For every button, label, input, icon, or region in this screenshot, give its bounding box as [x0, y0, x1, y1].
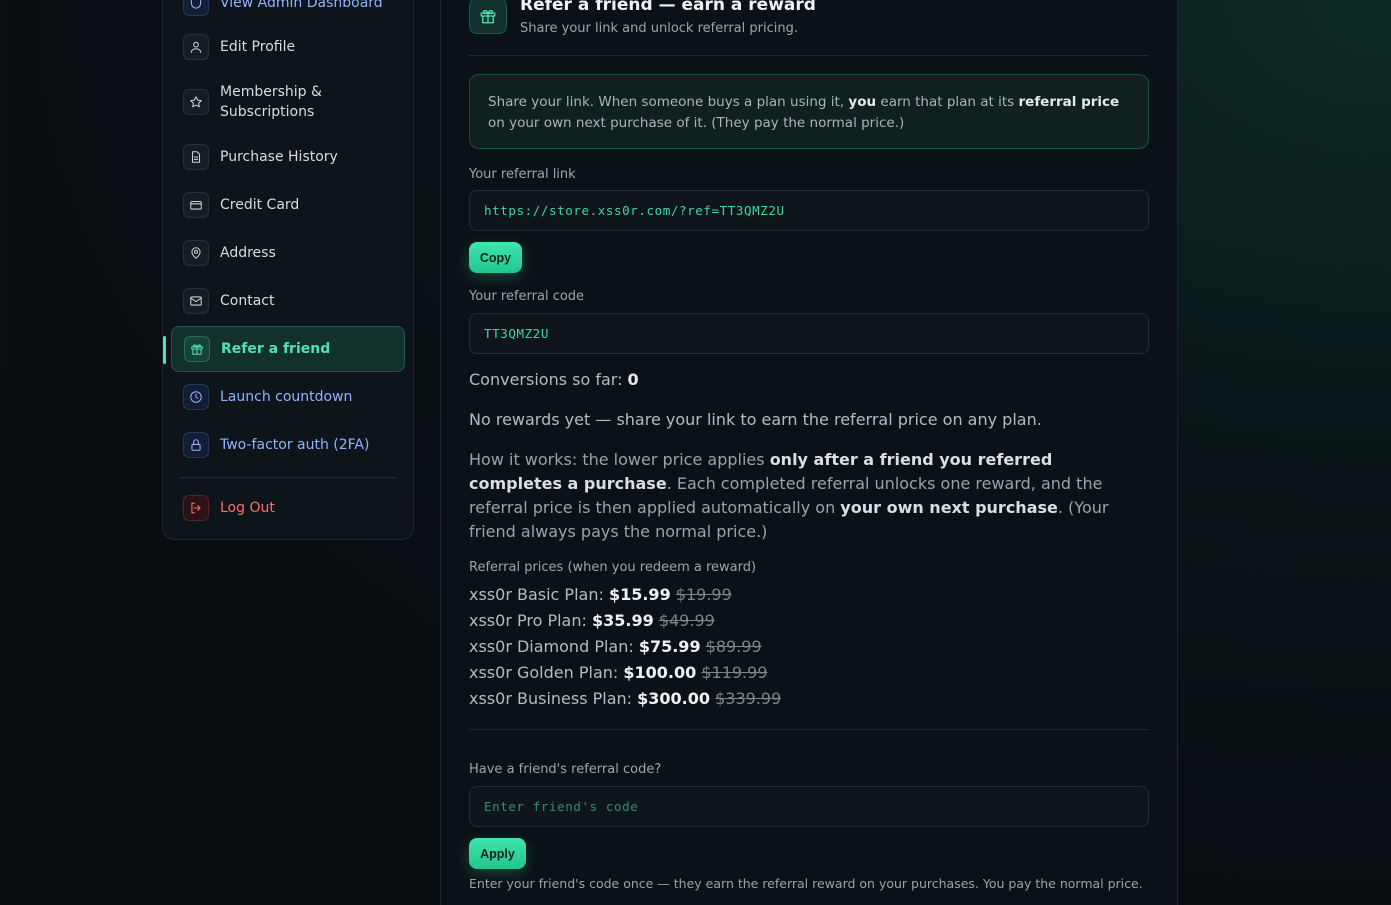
sidebar-item-contact[interactable]: Contact: [171, 278, 405, 324]
price-row-diamond: xss0r Diamond Plan: $75.99 $89.99: [469, 637, 762, 656]
sidebar: View Admin Dashboard Edit Profile Member…: [162, 0, 414, 540]
info-box: Share your link. When someone buys a pla…: [469, 74, 1149, 149]
friend-code-input[interactable]: [484, 799, 1148, 814]
price-row-basic: xss0r Basic Plan: $15.99 $19.99: [469, 585, 732, 604]
sidebar-item-label: Contact: [220, 293, 275, 309]
map-pin-icon: [183, 240, 209, 266]
referral-code-label: Your referral code: [469, 289, 585, 304]
gift-icon: [469, 0, 507, 34]
sidebar-item-label: Launch countdown: [220, 389, 353, 405]
sidebar-item-label: Address: [220, 245, 276, 261]
clock-icon: [183, 384, 209, 410]
credit-card-icon: [183, 192, 209, 218]
referral-code-field[interactable]: TT3QMZ2U: [469, 313, 1149, 354]
sidebar-item-credit-card[interactable]: Credit Card: [171, 182, 405, 228]
referral-code-value[interactable]: TT3QMZ2U: [484, 326, 549, 341]
price-row-golden: xss0r Golden Plan: $100.00 $119.99: [469, 663, 768, 682]
sidebar-item-membership[interactable]: Membership & Subscriptions: [171, 72, 405, 132]
divider: [469, 729, 1149, 730]
lock-icon: [183, 432, 209, 458]
referral-link-value[interactable]: https://store.xss0r.com/?ref=TT3QMZ2U: [484, 203, 785, 218]
referral-link-field[interactable]: https://store.xss0r.com/?ref=TT3QMZ2U: [469, 190, 1149, 231]
logout-icon: [183, 495, 209, 521]
sidebar-item-label: Membership & Subscriptions: [220, 84, 322, 120]
sidebar-item-address[interactable]: Address: [171, 230, 405, 276]
how-it-works-text: How it works: the lower price applies on…: [469, 450, 1109, 541]
conversions-count: Conversions so far: 0: [469, 370, 639, 389]
friend-code-label: Have a friend's referral code?: [469, 762, 662, 777]
divider: [469, 55, 1149, 56]
copy-button[interactable]: Copy: [469, 242, 522, 273]
friend-code-field[interactable]: [469, 786, 1149, 827]
sidebar-item-label: Two-factor auth (2FA): [220, 437, 370, 453]
page-subtitle: Share your link and unlock referral pric…: [520, 21, 798, 36]
sidebar-item-label: Edit Profile: [220, 39, 296, 55]
apply-button[interactable]: Apply: [469, 838, 526, 869]
document-icon: [183, 144, 209, 170]
logout-button[interactable]: Log Out: [171, 485, 405, 531]
sidebar-item-launch-countdown[interactable]: Launch countdown: [171, 374, 405, 420]
referral-link-label: Your referral link: [469, 167, 576, 182]
sidebar-item-label: Credit Card: [220, 197, 300, 213]
friend-code-note: Enter your friend's code once — they ear…: [469, 876, 1143, 891]
no-rewards-text: No rewards yet — share your link to earn…: [469, 410, 1042, 429]
sidebar-item-refer-a-friend[interactable]: Refer a friend: [171, 326, 405, 372]
shield-icon: [183, 0, 209, 16]
active-indicator: [163, 336, 166, 364]
sidebar-item-purchase-history[interactable]: Purchase History: [171, 134, 405, 180]
logout-label: Log Out: [220, 500, 275, 516]
sidebar-divider: [179, 477, 397, 478]
sidebar-item-label: View Admin Dashboard: [220, 0, 383, 11]
mail-icon: [183, 288, 209, 314]
sidebar-item-label: Refer a friend: [221, 341, 331, 357]
price-row-pro: xss0r Pro Plan: $35.99 $49.99: [469, 611, 715, 630]
user-icon: [183, 34, 209, 60]
star-icon: [183, 89, 209, 115]
sidebar-item-two-factor-auth[interactable]: Two-factor auth (2FA): [171, 422, 405, 468]
sidebar-item-admin-dashboard[interactable]: View Admin Dashboard: [171, 0, 405, 26]
referral-prices-label: Referral prices (when you redeem a rewar…: [469, 560, 757, 575]
sidebar-item-edit-profile[interactable]: Edit Profile: [171, 24, 405, 70]
page-title: Refer a friend — earn a reward: [520, 0, 816, 15]
gift-icon: [184, 336, 210, 362]
sidebar-item-label: Purchase History: [220, 149, 338, 165]
price-row-business: xss0r Business Plan: $300.00 $339.99: [469, 689, 782, 708]
